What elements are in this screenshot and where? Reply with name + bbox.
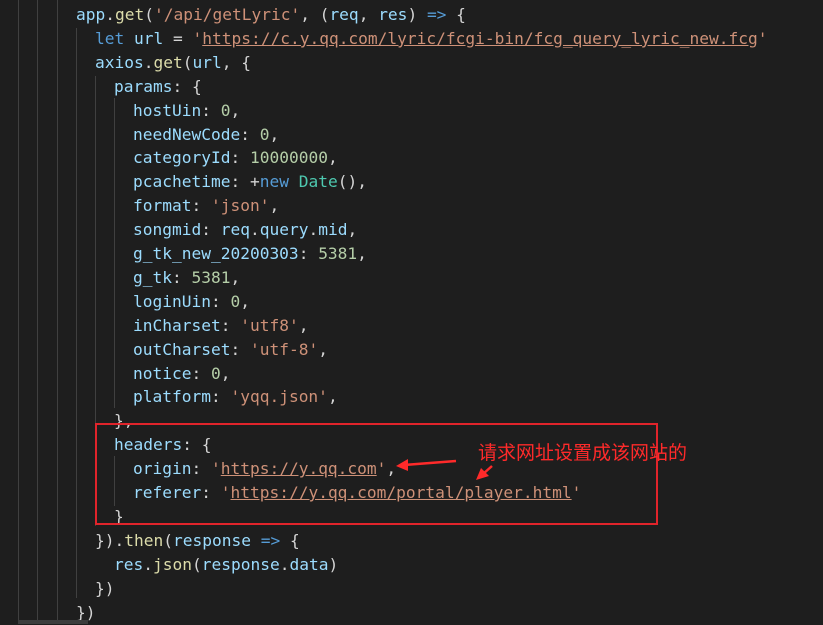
code-editor[interactable]: app.get('/api/getLyric', (req, res) => {…: [0, 0, 823, 624]
arrow-to-origin: [403, 459, 457, 467]
horizontal-scrollbar[interactable]: [18, 620, 88, 624]
arrow-head-origin: [396, 459, 408, 471]
annotation-arrows: [396, 459, 493, 480]
